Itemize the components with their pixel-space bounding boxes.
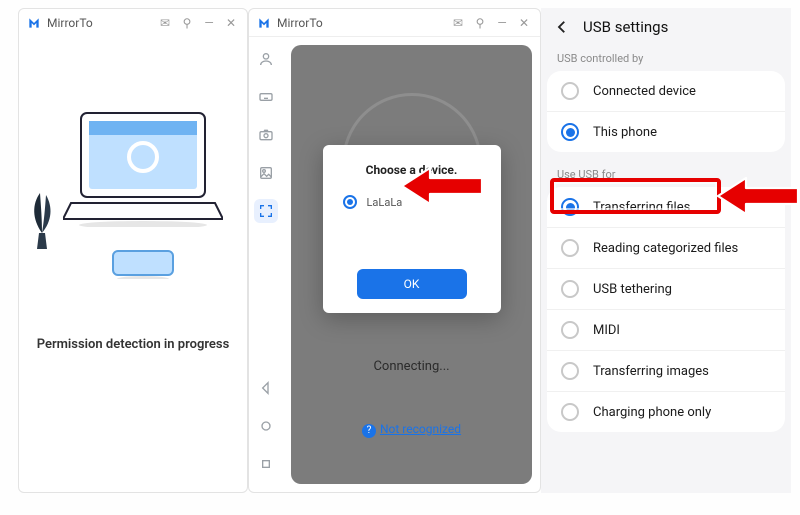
radio-icon: [561, 123, 579, 141]
settings-title: USB settings: [583, 18, 668, 36]
app-name: MirrorTo: [277, 16, 444, 30]
option-label: Transferring images: [593, 364, 709, 379]
option-transferring-images[interactable]: Transferring images: [547, 350, 785, 391]
nav-back-icon[interactable]: [254, 376, 278, 400]
radio-icon: [561, 280, 579, 298]
tool-sidebar: [249, 37, 283, 492]
option-midi[interactable]: MIDI: [547, 309, 785, 350]
connecting-text: Connecting...: [291, 359, 532, 374]
android-usb-settings: USB settings USB controlled by Connected…: [541, 8, 791, 493]
user-icon[interactable]: [254, 47, 278, 71]
camera-icon[interactable]: [254, 123, 278, 147]
minimize-icon[interactable]: —: [201, 15, 217, 31]
option-label: This phone: [593, 125, 657, 140]
nav-recent-icon[interactable]: [254, 452, 278, 476]
option-label: Transferring files: [593, 200, 690, 215]
option-transferring-files[interactable]: Transferring files: [547, 187, 785, 227]
option-label: USB tethering: [593, 282, 672, 297]
modal-title: Choose a device.: [337, 163, 487, 177]
laptop-icon: [63, 107, 223, 227]
option-usb-tethering[interactable]: USB tethering: [547, 268, 785, 309]
close-icon[interactable]: ✕: [516, 15, 532, 31]
option-this-phone[interactable]: This phone: [547, 111, 785, 152]
pin-icon[interactable]: ⚲: [472, 15, 488, 31]
mirrorto-window-2: MirrorTo ✉ ⚲ — ✕: [248, 8, 541, 493]
option-label: Reading categorized files: [593, 241, 738, 256]
option-label: Connected device: [593, 84, 696, 99]
mirrorto-window-1: MirrorTo ✉ ⚲ — ✕: [18, 8, 248, 493]
option-label: MIDI: [593, 323, 620, 338]
app-name: MirrorTo: [47, 16, 151, 30]
option-connected-device[interactable]: Connected device: [547, 71, 785, 111]
device-name: LaLaLa: [367, 196, 403, 209]
radio-icon: [561, 403, 579, 421]
option-label: Charging phone only: [593, 405, 711, 420]
pin-icon[interactable]: ⚲: [179, 15, 195, 31]
nav-home-icon[interactable]: [254, 414, 278, 438]
inbox-icon[interactable]: ✉: [450, 15, 466, 31]
radio-icon: [561, 198, 579, 216]
expand-icon[interactable]: [254, 199, 278, 223]
radio-icon: [561, 82, 579, 100]
not-recognized-link[interactable]: ?Not recognized: [291, 422, 532, 438]
titlebar: MirrorTo ✉ ⚲ — ✕: [19, 9, 247, 37]
close-icon[interactable]: ✕: [223, 15, 239, 31]
status-text: Permission detection in progress: [19, 337, 247, 352]
ok-button[interactable]: OK: [357, 269, 467, 299]
plant-icon: [27, 189, 57, 249]
radio-icon: [561, 321, 579, 339]
back-icon[interactable]: [553, 18, 571, 36]
help-icon: ?: [362, 424, 376, 438]
group-label-use-usb-for: Use USB for: [541, 162, 791, 187]
group-label-controlled-by: USB controlled by: [541, 46, 791, 71]
radio-icon: [561, 239, 579, 257]
phone-preview: Connecting... ?Not recognized Choose a d…: [283, 37, 540, 492]
tablet-icon: [111, 249, 175, 279]
minimize-icon[interactable]: —: [494, 15, 510, 31]
radio-icon: [343, 195, 357, 209]
choose-device-modal: Choose a device. LaLaLa OK: [323, 145, 501, 313]
settings-header: USB settings: [541, 8, 791, 46]
group-use-usb-for: Transferring files Reading categorized f…: [547, 187, 785, 432]
keyboard-icon[interactable]: [254, 85, 278, 109]
option-reading-categorized-files[interactable]: Reading categorized files: [547, 227, 785, 268]
device-option[interactable]: LaLaLa: [337, 195, 487, 209]
app-logo-icon: [257, 16, 271, 30]
radio-icon: [561, 362, 579, 380]
illustration: [33, 97, 233, 267]
option-charging-phone-only[interactable]: Charging phone only: [547, 391, 785, 432]
group-controlled-by: Connected device This phone: [547, 71, 785, 152]
titlebar: MirrorTo ✉ ⚲ — ✕: [249, 9, 540, 37]
photo-icon[interactable]: [254, 161, 278, 185]
app-logo-icon: [27, 16, 41, 30]
inbox-icon[interactable]: ✉: [157, 15, 173, 31]
